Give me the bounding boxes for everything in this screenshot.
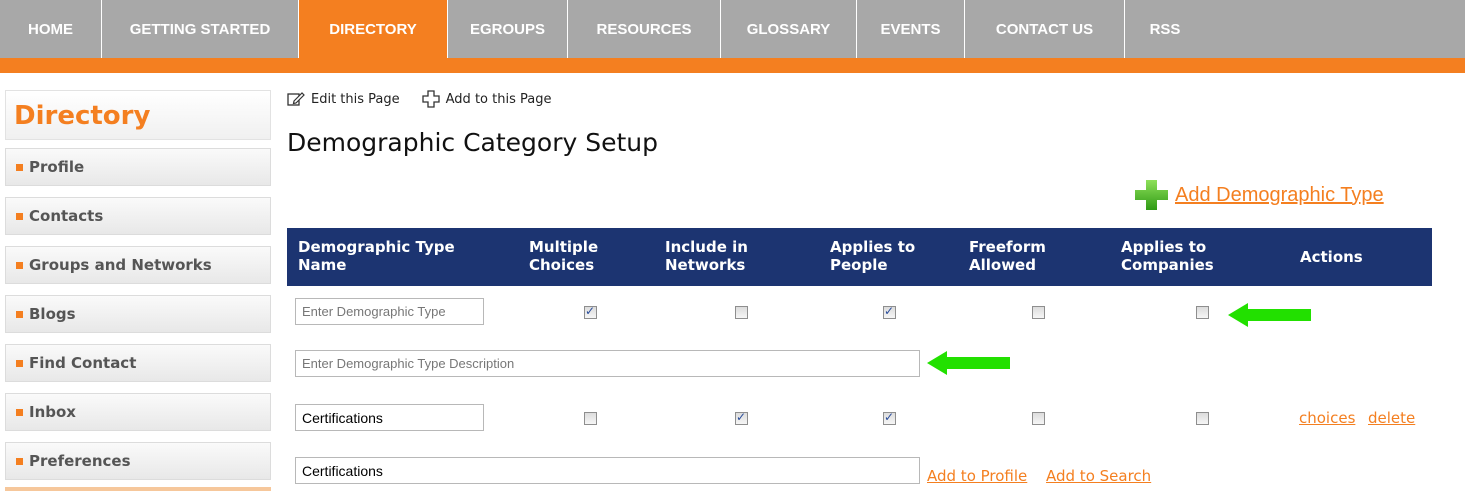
header-actions: Actions xyxy=(1300,248,1363,266)
sidebar-item-blogs[interactable]: Blogs xyxy=(5,295,271,333)
header-include-in-networks: Include in Networks xyxy=(665,238,748,274)
new-multiple-choices-checkbox[interactable] xyxy=(584,304,597,319)
include-in-networks-checkbox[interactable] xyxy=(735,410,748,425)
nav-getting-started[interactable]: GETTING STARTED xyxy=(102,0,299,58)
nav-items: HOME GETTING STARTED DIRECTORY EGROUPS R… xyxy=(0,0,1205,58)
bullet-icon xyxy=(16,408,23,416)
sidebar-item-groups-and-networks[interactable]: Groups and Networks xyxy=(5,246,271,284)
page-title: Demographic Category Setup xyxy=(287,128,659,157)
demographic-type-description-field[interactable] xyxy=(295,457,920,484)
applies-to-companies-checkbox[interactable] xyxy=(1196,412,1209,425)
freeform-allowed-checkbox[interactable] xyxy=(1032,412,1045,425)
bullet-icon xyxy=(16,261,23,269)
header-applies-to-companies: Applies to Companies xyxy=(1121,238,1214,274)
sidebar-bottom-edge xyxy=(5,487,271,491)
add-to-page-button[interactable]: Add to this Page xyxy=(421,90,552,108)
nav-events[interactable]: EVENTS xyxy=(857,0,965,58)
delete-link[interactable]: delete xyxy=(1368,409,1415,427)
add-demographic-type-link[interactable]: Add Demographic Type xyxy=(1175,184,1384,207)
multiple-choices-checkbox[interactable] xyxy=(584,412,597,425)
demographic-type-description-input[interactable] xyxy=(295,350,920,377)
sidebar-item-label: Find Contact xyxy=(29,354,137,372)
demographic-type-name-input[interactable] xyxy=(295,298,484,325)
bullet-icon xyxy=(16,163,23,171)
new-applies-to-people-checkbox[interactable] xyxy=(883,304,896,319)
add-to-profile-link[interactable]: Add to Profile xyxy=(927,467,1027,485)
nav-resources[interactable]: RESOURCES xyxy=(568,0,721,58)
sidebar-item-label: Contacts xyxy=(29,207,104,225)
choices-link[interactable]: choices xyxy=(1299,409,1355,427)
sidebar-item-preferences[interactable]: Preferences xyxy=(5,442,271,480)
edit-icon xyxy=(287,92,305,106)
add-demographic-type-button[interactable]: Add Demographic Type xyxy=(1133,178,1384,212)
top-nav: HOME GETTING STARTED DIRECTORY EGROUPS R… xyxy=(0,0,1465,73)
edit-page-button[interactable]: Edit this Page xyxy=(287,91,400,107)
sidebar-item-label: Preferences xyxy=(29,452,131,470)
header-freeform-allowed: Freeform Allowed xyxy=(969,238,1046,274)
green-arrow-annotation-icon xyxy=(927,351,1010,375)
bullet-icon xyxy=(16,457,23,465)
header-demographic-type-name: Demographic Type Name xyxy=(298,238,455,274)
nav-egroups[interactable]: EGROUPS xyxy=(448,0,568,58)
add-to-page-label: Add to this Page xyxy=(445,91,552,107)
demographic-type-name-field[interactable] xyxy=(295,404,484,431)
sidebar-item-profile[interactable]: Profile xyxy=(5,148,271,186)
header-applies-to-people: Applies to People xyxy=(830,238,916,274)
nav-glossary[interactable]: GLOSSARY xyxy=(721,0,857,58)
sidebar-item-contacts[interactable]: Contacts xyxy=(5,197,271,235)
sidebar-title: Directory xyxy=(5,90,271,140)
add-to-search-link[interactable]: Add to Search xyxy=(1046,467,1151,485)
nav-home[interactable]: HOME xyxy=(0,0,102,58)
nav-directory[interactable]: DIRECTORY xyxy=(299,0,448,58)
sidebar-item-label: Groups and Networks xyxy=(29,256,212,274)
bullet-icon xyxy=(16,310,23,318)
header-multiple-choices: Multiple Choices xyxy=(529,238,599,274)
new-include-in-networks-checkbox[interactable] xyxy=(735,306,748,319)
green-arrow-annotation-icon xyxy=(1228,303,1311,327)
sidebar-item-inbox[interactable]: Inbox xyxy=(5,393,271,431)
bullet-icon xyxy=(16,359,23,367)
nav-rss[interactable]: RSS xyxy=(1125,0,1205,58)
sidebar-item-find-contact[interactable]: Find Contact xyxy=(5,344,271,382)
new-applies-to-companies-checkbox[interactable] xyxy=(1196,306,1209,319)
nav-stripe xyxy=(0,58,1465,73)
nav-contact-us[interactable]: CONTACT US xyxy=(965,0,1125,58)
edit-page-label: Edit this Page xyxy=(311,91,400,107)
green-plus-icon xyxy=(1135,180,1168,210)
new-freeform-allowed-checkbox[interactable] xyxy=(1032,306,1045,319)
sidebar-item-label: Inbox xyxy=(29,403,76,421)
applies-to-people-checkbox[interactable] xyxy=(883,410,896,425)
sidebar-item-label: Blogs xyxy=(29,305,76,323)
sidebar-item-label: Profile xyxy=(29,158,85,176)
bullet-icon xyxy=(16,212,23,220)
page-toolbar: Edit this Page Add to this Page xyxy=(287,90,573,108)
plus-outline-icon xyxy=(421,90,440,108)
table-header: Demographic Type Name Multiple Choices Inc… xyxy=(287,228,1432,286)
